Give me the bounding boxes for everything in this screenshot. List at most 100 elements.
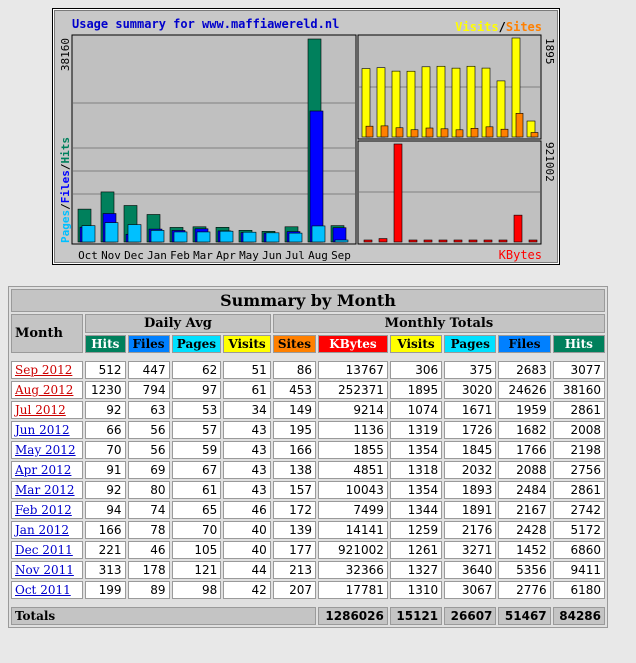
value-cell: 80 (127, 481, 170, 499)
value-cell: 1310 (389, 581, 443, 599)
month-cell: Sep 2012 (11, 361, 84, 379)
value-cell: 5356 (498, 561, 551, 579)
value-cell: 6860 (552, 541, 605, 559)
month-link[interactable]: Feb 2012 (15, 503, 72, 517)
value-cell: 40 (223, 541, 271, 559)
value-cell: 512 (85, 361, 126, 379)
value-cell: 91 (85, 461, 126, 479)
bar-pages-sep (334, 239, 349, 243)
month-label-nov: Nov (101, 249, 121, 262)
bar-pages-may (242, 231, 257, 243)
month-link[interactable]: Jul 2012 (15, 403, 66, 417)
left-max-label: 38160 (59, 38, 72, 71)
bar-pages-jun (265, 232, 280, 243)
value-cell: 195 (272, 421, 317, 439)
table-row: Feb 2012 94 74 65 46 172 7499 1344 1891 2167 2742 (11, 501, 605, 519)
value-cell: 66 (85, 421, 126, 439)
value-cell: 9214 (318, 401, 388, 419)
summary-table: Summary by Month Month Daily Avg Monthly… (8, 286, 608, 628)
table-row: Jun 2012 66 56 57 43 195 1136 1319 1726 1682 2008 (11, 421, 605, 439)
value-cell: 63 (127, 401, 170, 419)
month-cell: May 2012 (11, 441, 84, 459)
col-header-hits-0: Hits (85, 335, 126, 353)
total-visits: 15121 (389, 607, 443, 625)
totals-row: Totals 1286026 15121 26607 51467 84286 (11, 607, 605, 625)
value-cell: 89 (127, 581, 170, 599)
month-link[interactable]: May 2012 (15, 443, 76, 457)
value-cell: 57 (171, 421, 222, 439)
value-cell: 1452 (498, 541, 551, 559)
value-cell: 213 (272, 561, 317, 579)
value-cell: 1893 (444, 481, 497, 499)
value-cell: 1845 (444, 441, 497, 459)
value-cell: 1682 (498, 421, 551, 439)
value-cell: 59 (171, 441, 222, 459)
value-cell: 1136 (318, 421, 388, 439)
value-cell: 74 (127, 501, 170, 519)
value-cell: 2176 (444, 521, 497, 539)
value-cell: 3067 (444, 581, 497, 599)
value-cell: 2198 (552, 441, 605, 459)
value-cell: 32366 (318, 561, 388, 579)
month-cell: Apr 2012 (11, 461, 84, 479)
col-header-files-8: Files (498, 335, 551, 353)
usage-graph: Oct Nov Dec Jan Feb Mar Apr May Jun Jul Aug Sep Usa… (52, 8, 560, 265)
value-cell: 921002 (318, 541, 388, 559)
value-cell: 17781 (318, 581, 388, 599)
value-cell: 1327 (389, 561, 443, 579)
month-label-may: May (239, 249, 259, 262)
value-cell: 51 (223, 361, 271, 379)
bar-sites-feb (425, 127, 434, 138)
month-link[interactable]: Nov 2011 (15, 563, 74, 577)
value-cell: 98 (171, 581, 222, 599)
bar-kbytes-jan (408, 239, 418, 243)
value-cell: 1671 (444, 401, 497, 419)
month-link[interactable]: Oct 2011 (15, 583, 71, 597)
value-cell: 105 (171, 541, 222, 559)
month-label-jul: Jul (285, 249, 305, 262)
value-cell: 121 (171, 561, 222, 579)
value-cell: 221 (85, 541, 126, 559)
value-cell: 43 (223, 421, 271, 439)
value-cell: 306 (389, 361, 443, 379)
bar-visits-jul (496, 80, 506, 138)
value-cell: 2088 (498, 461, 551, 479)
month-link[interactable]: Mar 2012 (15, 483, 75, 497)
value-cell: 1354 (389, 441, 443, 459)
value-cell: 56 (127, 441, 170, 459)
value-cell: 97 (171, 381, 222, 399)
value-cell: 2756 (552, 461, 605, 479)
month-link[interactable]: Dec 2011 (15, 543, 73, 557)
bar-visits-feb (421, 66, 431, 138)
value-cell: 94 (85, 501, 126, 519)
value-cell: 61 (171, 481, 222, 499)
value-cell: 207 (272, 581, 317, 599)
month-cell: Mar 2012 (11, 481, 84, 499)
bar-visits-mar (436, 65, 446, 138)
bar-pages-dec (127, 224, 142, 243)
kbytes-max-label: 921002 (543, 142, 556, 182)
bar-kbytes-sep (528, 239, 538, 243)
value-cell: 44 (223, 561, 271, 579)
legend-visits-sites: Visits/Sites (455, 20, 542, 34)
value-cell: 139 (272, 521, 317, 539)
bar-pages-oct (81, 225, 96, 243)
table-row: Sep 2012 512 447 62 51 86 13767 306 375 2683 3077 (11, 361, 605, 379)
month-label-feb: Feb (170, 249, 190, 262)
value-cell: 1891 (444, 501, 497, 519)
month-link[interactable]: Aug 2012 (15, 383, 73, 397)
value-cell: 13767 (318, 361, 388, 379)
month-label-jun: Jun (262, 249, 282, 262)
value-cell: 6180 (552, 581, 605, 599)
month-link[interactable]: Jun 2012 (15, 423, 70, 437)
month-link[interactable]: Sep 2012 (15, 363, 72, 377)
month-header: Month (11, 314, 84, 353)
month-label-jan: Jan (147, 249, 167, 262)
value-cell: 138 (272, 461, 317, 479)
value-cell: 1344 (389, 501, 443, 519)
month-link[interactable]: Apr 2012 (15, 463, 71, 477)
value-cell: 794 (127, 381, 170, 399)
value-cell: 172 (272, 501, 317, 519)
month-link[interactable]: Jan 2012 (15, 523, 69, 537)
monthly-totals-header: Monthly Totals (272, 314, 605, 333)
